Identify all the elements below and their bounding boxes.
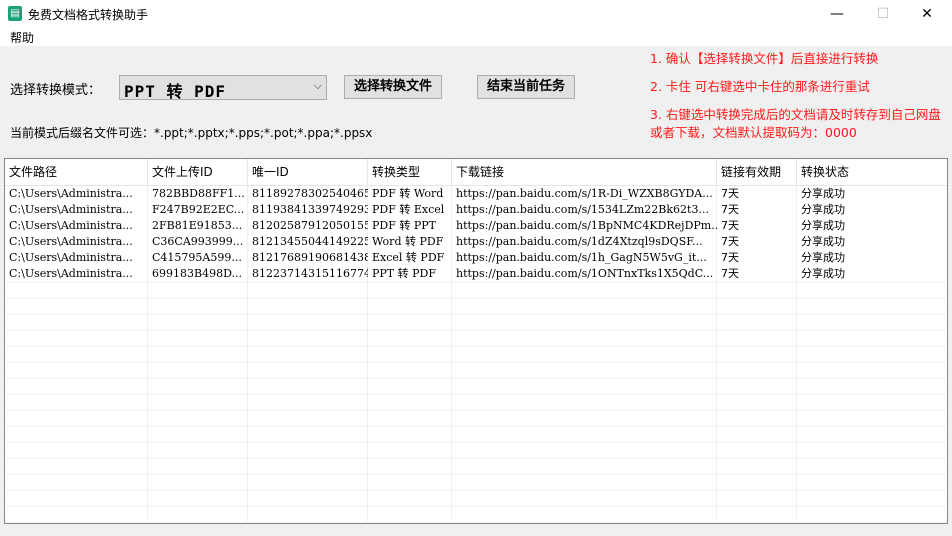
table-cell: https://pan.baidu.com/s/1h_GagN5W5vG_it.… <box>456 251 707 264</box>
column-header[interactable]: 转换类型 <box>368 159 452 185</box>
table-cell: 分享成功 <box>801 203 845 216</box>
table-cell: 分享成功 <box>801 235 845 248</box>
menu-help[interactable]: 帮助 <box>10 29 34 46</box>
row-divider <box>5 474 947 475</box>
table-row[interactable]: C:\Users\Administra... C415795A599... 8121… <box>5 250 947 266</box>
table-cell: C:\Users\Administra... <box>9 203 133 216</box>
table-cell: 7天 <box>721 219 739 232</box>
table-cell: Word 转 PDF <box>372 235 444 248</box>
table-cell: F247B92E2EC... <box>152 203 245 216</box>
table-cell: Excel 转 PDF <box>372 251 445 264</box>
task-table[interactable]: 文件路径 文件上传ID 唯一ID 转换类型 下载链接 链接有效期 转换状态 C:… <box>4 158 948 524</box>
table-cell: C:\Users\Administra... <box>9 187 133 200</box>
instruction-item: 2. 卡住 可右键选中卡住的那条进行重试 <box>650 79 870 94</box>
table-row[interactable]: C:\Users\Administra... C36CA993999... 8121… <box>5 234 947 250</box>
table-cell: PPT 转 PDF <box>372 267 436 280</box>
table-cell: 分享成功 <box>801 219 845 232</box>
row-divider <box>5 282 947 283</box>
table-cell: 81223714315116774 <box>252 267 368 280</box>
mode-select-value: PPT 转 PDF <box>124 82 227 101</box>
table-cell: 7天 <box>721 235 739 248</box>
table-cell: 2FB81E91853... <box>152 219 243 232</box>
table-row[interactable]: C:\Users\Administra... 699183B498D... 8122… <box>5 266 947 282</box>
table-cell: C:\Users\Administra... <box>9 267 133 280</box>
row-divider <box>5 362 947 363</box>
mode-label: 选择转换模式： <box>10 83 102 98</box>
row-divider <box>5 330 947 331</box>
row-divider <box>5 410 947 411</box>
chevron-down-icon: ⌵ <box>313 79 322 92</box>
table-cell: 分享成功 <box>801 251 845 264</box>
table-cell: 782BBD88FF1... <box>152 187 245 200</box>
column-header[interactable]: 链接有效期 <box>717 159 797 185</box>
instruction-item: 1. 确认【选择转换文件】后直接进行转换 <box>650 51 879 66</box>
row-divider <box>5 346 947 347</box>
row-divider <box>5 426 947 427</box>
row-divider <box>5 442 947 443</box>
table-cell: 81217689190681438 <box>252 251 368 264</box>
table-cell: 81202587912050155 <box>252 219 368 232</box>
table-cell: C:\Users\Administra... <box>9 219 133 232</box>
mode-select[interactable]: PPT 转 PDF ⌵ <box>119 75 327 101</box>
table-cell: PDF 转 Excel <box>372 203 445 216</box>
table-row[interactable]: C:\Users\Administra... 2FB81E91853... 8120… <box>5 218 947 234</box>
table-cell: C:\Users\Administra... <box>9 235 133 248</box>
table-cell: PDF 转 PPT <box>372 219 436 232</box>
table-cell: 7天 <box>721 187 739 200</box>
select-file-button[interactable]: 选择转换文件 <box>344 75 442 99</box>
minimize-button[interactable]: — <box>814 0 860 28</box>
table-cell: C:\Users\Administra... <box>9 251 133 264</box>
table-cell: https://pan.baidu.com/s/1534LZm22Bk62t3.… <box>456 203 709 216</box>
row-divider <box>5 506 947 507</box>
table-cell: https://pan.baidu.com/s/1dZ4Xtzql9sDQSF.… <box>456 235 703 248</box>
row-divider <box>5 394 947 395</box>
column-header[interactable]: 文件上传ID <box>148 159 248 185</box>
table-cell: PDF 转 Word <box>372 187 444 200</box>
table-row[interactable]: C:\Users\Administra... 782BBD88FF1... 8118… <box>5 186 947 202</box>
table-cell: 81213455044149225 <box>252 235 368 248</box>
table-cell: 分享成功 <box>801 267 845 280</box>
title-bar: ▤ 免费文档格式转换助手 — ☐ ✕ <box>0 0 952 28</box>
table-cell: https://pan.baidu.com/s/1ONTnxTks1X5QdC.… <box>456 267 714 280</box>
table-cell: C36CA993999... <box>152 235 244 248</box>
table-cell: 分享成功 <box>801 187 845 200</box>
row-divider <box>5 298 947 299</box>
row-divider <box>5 522 947 523</box>
table-cell: C415795A599... <box>152 251 242 264</box>
table-cell: https://pan.baidu.com/s/1BpNMC4KDRejDPm.… <box>456 219 717 232</box>
table-cell: 7天 <box>721 267 739 280</box>
instruction-item: 3. 右键选中转换完成后的文档请及时转存到自己网盘或者下载，文档默认提取码为：0… <box>650 107 941 140</box>
table-cell: 699183B498D... <box>152 267 242 280</box>
row-divider <box>5 378 947 379</box>
row-divider <box>5 314 947 315</box>
table-cell: 7天 <box>721 203 739 216</box>
end-task-button[interactable]: 结束当前任务 <box>477 75 575 99</box>
maximize-button: ☐ <box>876 6 890 22</box>
row-divider <box>5 458 947 459</box>
row-divider <box>5 490 947 491</box>
menu-bar: 帮助 <box>0 28 952 46</box>
column-header[interactable]: 文件路径 <box>5 159 148 185</box>
table-cell: https://pan.baidu.com/s/1R-Di_WZXB8GYDA.… <box>456 187 713 200</box>
table-cell: 7天 <box>721 251 739 264</box>
table-cell: 81193841339749293 <box>252 203 368 216</box>
suffix-hint: 当前模式后缀名文件可选：*.ppt;*.pptx;*.pps;*.pot;*.p… <box>10 126 373 140</box>
column-header[interactable]: 转换状态 <box>797 159 947 185</box>
document-icon: ▤ <box>8 6 22 21</box>
table-row[interactable]: C:\Users\Administra... F247B92E2EC... 8119… <box>5 202 947 218</box>
column-header[interactable]: 下载链接 <box>452 159 717 185</box>
table-cell: 81189278302540465 <box>252 187 368 200</box>
close-button[interactable]: ✕ <box>904 0 950 28</box>
instructions-panel: 1. 确认【选择转换文件】后直接进行转换 2. 卡住 可右键选中卡住的那条进行重… <box>650 50 942 152</box>
column-header[interactable]: 唯一ID <box>248 159 368 185</box>
window-title: 免费文档格式转换助手 <box>28 8 149 22</box>
table-header: 文件路径 文件上传ID 唯一ID 转换类型 下载链接 链接有效期 转换状态 <box>5 159 947 186</box>
